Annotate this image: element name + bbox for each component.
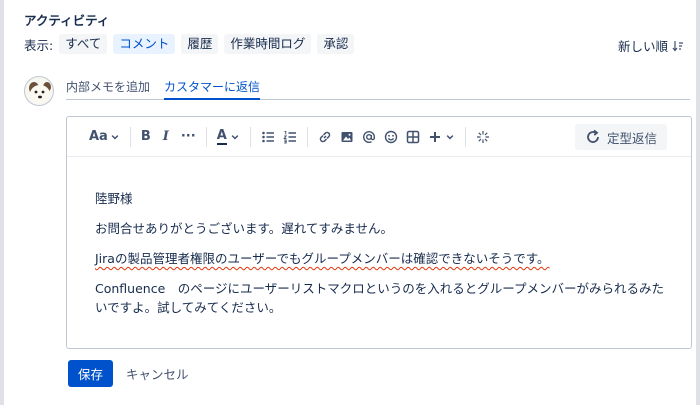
italic-label: I [162, 129, 169, 144]
sparkle-icon [476, 130, 489, 143]
mention-button[interactable] [362, 125, 376, 149]
at-mention-icon [362, 130, 375, 143]
user-avatar [24, 76, 54, 106]
plus-icon [429, 131, 440, 142]
paragraph-greeting: 陸野様 [95, 191, 133, 206]
activity-filter-bar: 表示: すべて コメント 履歴 作業時間ログ 承認 [24, 34, 360, 54]
toolbar-divider [129, 126, 131, 147]
composer-tabs: 内部メモを追加 カスタマーに返信 [66, 78, 690, 100]
filter-all[interactable]: すべて [59, 34, 108, 54]
tab-reply-to-customer[interactable]: カスタマーに返信 [164, 78, 261, 100]
sort-descending-icon [672, 40, 683, 51]
insert-link-button[interactable] [318, 125, 332, 149]
insert-more-dropdown[interactable] [428, 125, 455, 149]
text-style-dropdown[interactable]: Aa [89, 125, 120, 149]
left-border [0, 0, 4, 405]
more-label: ··· [180, 129, 196, 144]
chevron-down-icon [446, 134, 454, 139]
canned-response-label: 定型返信 [606, 130, 657, 146]
tab-internal-note[interactable]: 内部メモを追加 [66, 78, 150, 99]
cancel-button[interactable]: キャンセル [118, 360, 197, 387]
editor-toolbar: Aa B I ··· A 定型返信 [67, 117, 691, 157]
more-formatting-button[interactable]: ··· [181, 125, 196, 149]
refresh-reply-icon [587, 129, 599, 143]
sort-label: 新しい順 [617, 39, 668, 54]
paragraph-jira-note: Jiraの製品管理者権限のユーザーでもグループメンバーは確認できないそうです。 [95, 251, 550, 266]
table-icon [406, 130, 419, 143]
ai-assist-button[interactable] [476, 125, 490, 149]
chevron-down-icon [111, 134, 119, 139]
text-color-label: A [216, 127, 227, 145]
save-button[interactable]: 保存 [68, 360, 113, 387]
toolbar-divider [464, 126, 466, 147]
filter-comments[interactable]: コメント [113, 34, 176, 54]
numbered-list-button[interactable] [283, 125, 297, 149]
right-border [696, 0, 700, 405]
editor-content[interactable]: 陸野様 お問合せありがとうございます。遅れてすみません。 Jiraの製品管理者権… [95, 189, 675, 328]
rich-text-editor: Aa B I ··· A 定型返信 陸野様 お問合せありがとうございます。遅れて… [66, 116, 692, 349]
toolbar-divider [306, 126, 308, 147]
italic-button[interactable]: I [163, 125, 169, 149]
filter-approvals[interactable]: 承認 [317, 34, 355, 54]
link-icon [319, 131, 330, 142]
toolbar-divider [249, 126, 251, 147]
canned-response-button[interactable]: 定型返信 [574, 124, 667, 150]
text-style-label: Aa [89, 129, 108, 144]
numbered-list-icon [283, 130, 296, 143]
filter-worklog[interactable]: 作業時間ログ [224, 34, 312, 54]
bullet-list-icon [261, 131, 274, 142]
image-icon [341, 131, 353, 142]
paragraph-confluence-tip: Confluence のページにユーザーリストマクロというのを入れるとグループメ… [95, 281, 665, 315]
insert-image-button[interactable] [340, 125, 354, 149]
text-color-dropdown[interactable]: A [216, 125, 240, 149]
filter-label: 表示: [24, 37, 54, 53]
insert-table-button[interactable] [406, 125, 420, 149]
chevron-down-icon [231, 134, 239, 139]
paragraph-thanks: お問合せありがとうございます。遅れてすみません。 [95, 221, 394, 236]
bullet-list-button[interactable] [261, 125, 275, 149]
emoji-button[interactable] [384, 125, 398, 149]
bold-label: B [140, 129, 151, 144]
emoji-icon [384, 130, 397, 143]
toolbar-divider [205, 126, 207, 147]
filter-history[interactable]: 履歴 [181, 34, 219, 54]
sort-order-button[interactable]: 新しい順 [618, 36, 684, 55]
bold-button[interactable]: B [141, 125, 151, 149]
activity-title: アクティビティ [24, 13, 110, 28]
